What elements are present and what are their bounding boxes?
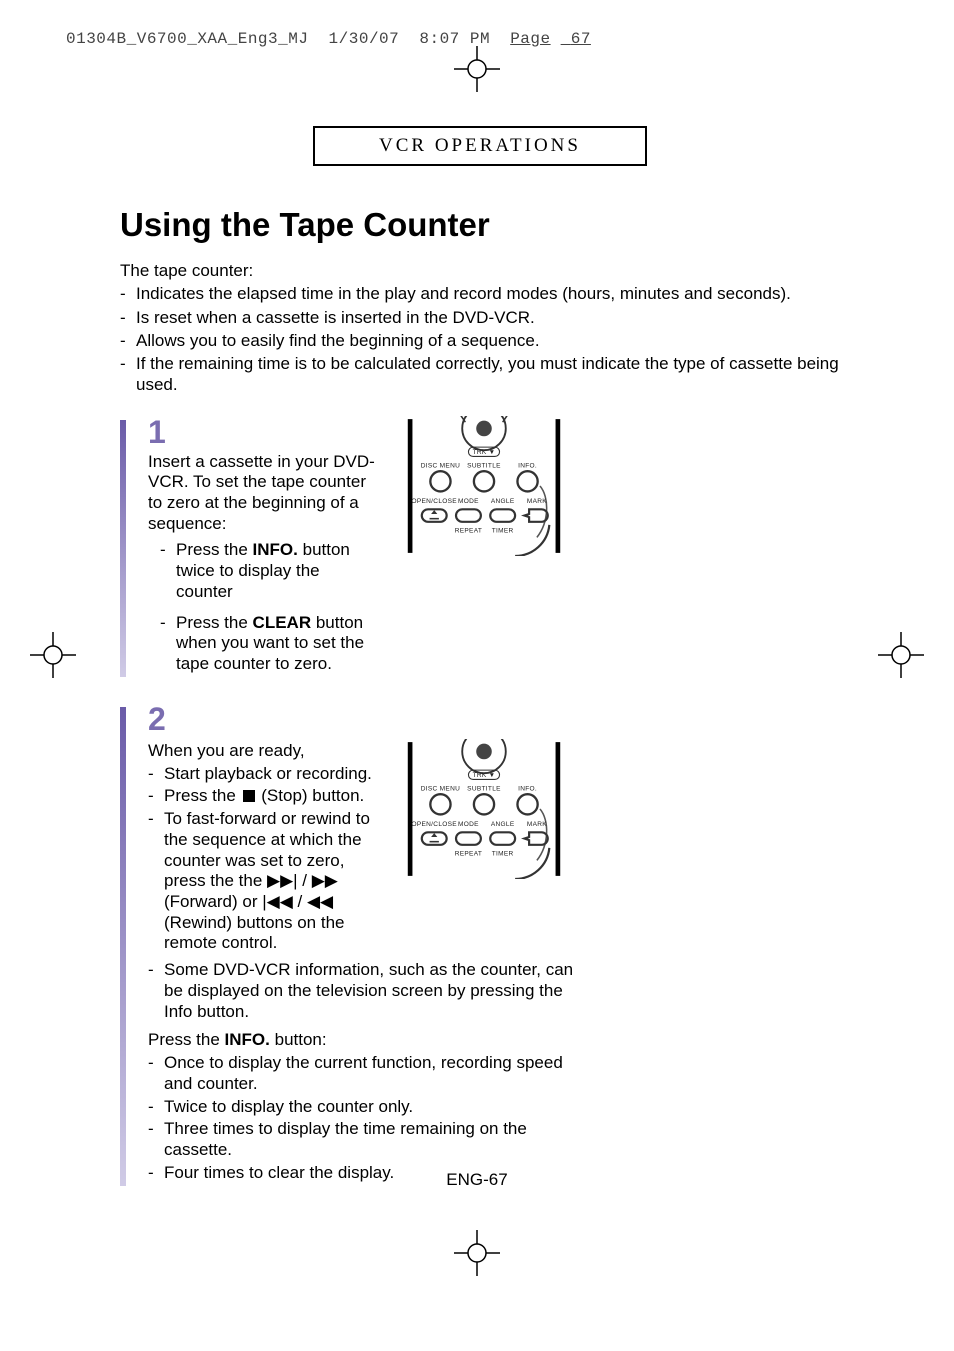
svg-text:REPEAT: REPEAT (455, 527, 482, 534)
svg-text:SUBTITLE: SUBTITLE (467, 785, 501, 792)
svg-text:TRK ▼: TRK ▼ (473, 448, 496, 455)
step-1: 1 Insert a cassette in your DVD-VCR. To … (120, 416, 840, 677)
step-2-item: -Start playback or recording. (148, 764, 378, 785)
remote-illustration: TRK ▼ DISC MENU SUBTITLE INFO. OPEN/CLOS… (404, 739, 564, 879)
svg-text:DISC MENU: DISC MENU (421, 785, 460, 792)
crop-mark-right (878, 632, 924, 678)
step-2-item: -Three times to display the time remaini… (148, 1119, 588, 1160)
intro-block: The tape counter: -Indicates the elapsed… (120, 260, 840, 396)
crop-mark-top (454, 46, 500, 92)
intro-item: -Indicates the elapsed time in the play … (120, 283, 840, 304)
step-1-item: - Press the CLEAR button when you want t… (148, 613, 378, 675)
svg-text:ANGLE: ANGLE (491, 498, 515, 505)
intro-lead: The tape counter: (120, 260, 840, 281)
svg-text:INFO.: INFO. (518, 462, 537, 469)
step-accent-bar (120, 707, 126, 1186)
step-2-item: -Twice to display the counter only. (148, 1097, 588, 1118)
svg-text:DISC MENU: DISC MENU (421, 462, 460, 469)
step-accent-bar (120, 420, 126, 677)
svg-text:SUBTITLE: SUBTITLE (467, 462, 501, 469)
proof-header: 01304B_V6700_XAA_Eng3_MJ 1/30/07 8:07 PM… (66, 30, 611, 48)
step-number: 1 (148, 416, 378, 448)
svg-text:MARK: MARK (527, 821, 547, 828)
step-2-press-lead: Press the INFO. button: (148, 1030, 588, 1051)
svg-text:TIMER: TIMER (492, 851, 514, 858)
intro-item: -Is reset when a cassette is inserted in… (120, 307, 840, 328)
remote-illustration: TRK ▼ DISC MENU SUBTITLE INFO. OPEN/CLOS… (404, 416, 564, 556)
step-1-lead: Insert a cassette in your DVD-VCR. To se… (148, 452, 378, 535)
crop-mark-left (30, 632, 76, 678)
svg-text:INFO.: INFO. (518, 785, 537, 792)
svg-text:MARK: MARK (527, 498, 547, 505)
crop-mark-bottom (454, 1230, 500, 1276)
svg-text:TIMER: TIMER (492, 527, 514, 534)
svg-text:MODE: MODE (458, 498, 479, 505)
section-label: VCR OPERATIONS (313, 126, 647, 166)
svg-text:OPEN/CLOSE: OPEN/CLOSE (411, 498, 457, 505)
intro-item: -If the remaining time is to be calculat… (120, 353, 840, 396)
svg-text:REPEAT: REPEAT (455, 851, 482, 858)
step-2-item: -Some DVD-VCR information, such as the c… (148, 960, 588, 1022)
proof-date: 1/30/07 (329, 30, 400, 48)
step-1-item: - Press the INFO. button twice to displa… (148, 540, 378, 602)
svg-text:MODE: MODE (458, 821, 479, 828)
proof-file: 01304B_V6700_XAA_Eng3_MJ (66, 30, 308, 48)
svg-text:ANGLE: ANGLE (491, 821, 515, 828)
page-title: Using the Tape Counter (120, 206, 840, 244)
svg-text:TRK ▼: TRK ▼ (473, 772, 496, 779)
page-number: ENG-67 (0, 1170, 954, 1190)
step-number: 2 (148, 703, 588, 735)
proof-page-label: Page 67 (510, 30, 601, 48)
step-2-item: -To fast-forward or rewind to the sequen… (148, 809, 378, 954)
step-2-lead: When you are ready, (148, 741, 378, 762)
svg-text:OPEN/CLOSE: OPEN/CLOSE (411, 821, 457, 828)
step-2-item: -Once to display the current function, r… (148, 1053, 588, 1094)
stop-icon (243, 790, 255, 802)
step-2: 2 When you are ready, -Start playback or… (120, 703, 840, 1186)
intro-item: -Allows you to easily find the beginning… (120, 330, 840, 351)
step-2-item: - Press the (Stop) button. (148, 786, 378, 807)
